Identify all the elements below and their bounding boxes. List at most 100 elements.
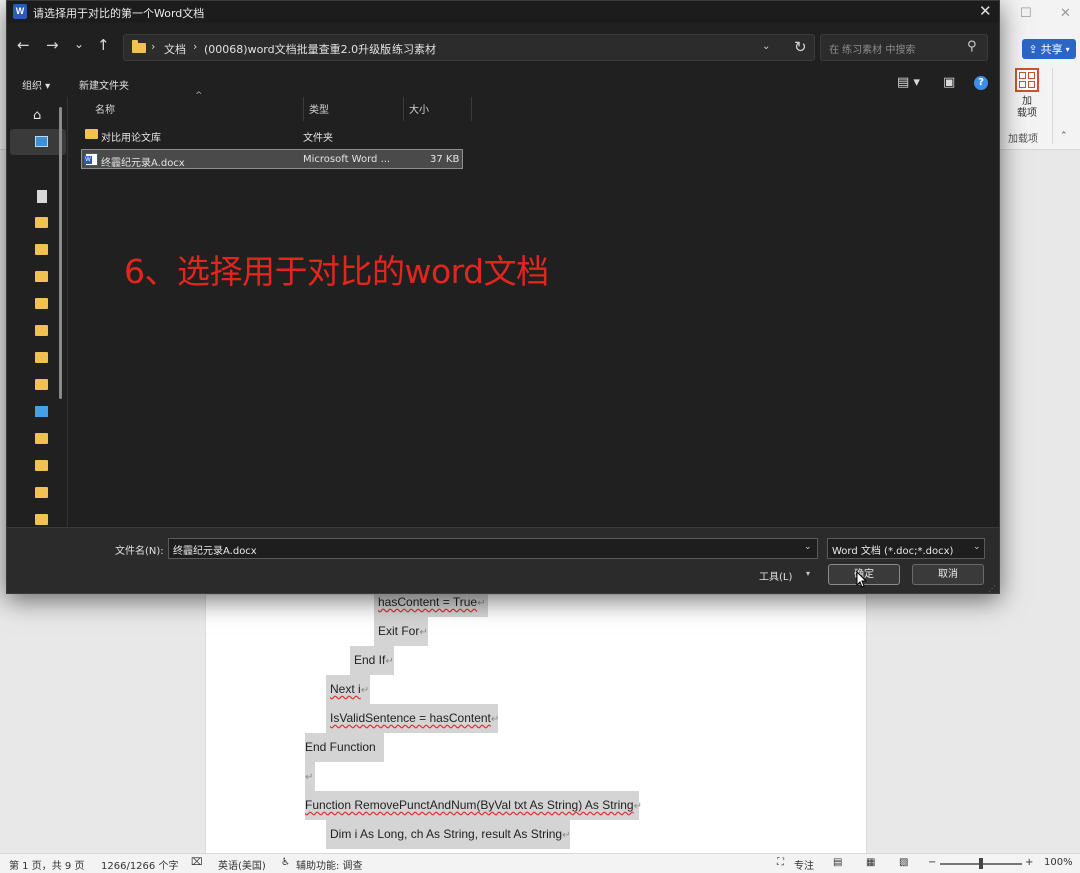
folder-icon[interactable] <box>35 352 48 363</box>
word-count[interactable]: 1266/1266 个字 <box>101 857 178 872</box>
chevron-down-icon[interactable]: ⌄ <box>973 542 981 552</box>
breadcrumb-practice[interactable]: 练习素材 <box>392 41 436 57</box>
focus-icon[interactable]: ⛶ <box>777 857 784 868</box>
ribbon-divider <box>1052 68 1053 144</box>
folder-icon[interactable] <box>35 298 48 309</box>
preview-pane-icon[interactable]: ▣ <box>943 75 955 90</box>
folder-icon[interactable] <box>35 244 48 255</box>
code-line: End Function <box>305 733 384 762</box>
column-divider[interactable] <box>403 97 404 121</box>
new-folder-button[interactable]: 新建文件夹 <box>79 77 129 92</box>
view-options-icon[interactable]: ▤ ▾ <box>897 75 920 90</box>
accessibility-icon: ♿ <box>281 857 290 868</box>
folder-icon[interactable] <box>35 460 48 471</box>
folder-icon[interactable] <box>35 433 48 444</box>
file-name: 终霾纪元录A.docx <box>101 158 185 169</box>
help-icon[interactable]: ? <box>974 76 988 90</box>
sort-up-icon: ^ <box>195 91 203 101</box>
collapse-ribbon-icon[interactable]: ⌃ <box>1060 131 1068 141</box>
zoom-level[interactable]: 100% <box>1044 857 1073 868</box>
proofing-icon[interactable]: ⌧ <box>191 857 203 868</box>
code-line: ↵ <box>305 762 315 791</box>
column-divider[interactable] <box>303 97 304 121</box>
addins-label: 加载项 <box>1017 96 1037 119</box>
share-icon: ⇪ <box>1028 42 1038 56</box>
filename-label: 文件名(N): <box>115 546 164 557</box>
mouse-cursor-icon <box>856 571 868 588</box>
folder-icon[interactable] <box>35 514 48 525</box>
folder-icon[interactable] <box>35 325 48 336</box>
breadcrumb-documents[interactable]: 文档 <box>164 41 186 57</box>
file-type: Microsoft Word ... <box>303 154 391 165</box>
maximize-icon[interactable]: ☐ <box>1020 6 1032 21</box>
folder-icon[interactable] <box>35 271 48 282</box>
list-item-selected[interactable]: 终霾纪元录A.docx Microsoft Word ... 37 KB <box>81 149 463 169</box>
chevron-down-icon[interactable]: ⌄ <box>804 542 812 552</box>
document-page[interactable]: hasContent = True↵ Exit For↵ End If↵ Nex… <box>205 588 867 855</box>
tutorial-annotation: 6、选择用于对比的word文档 <box>124 252 549 291</box>
dialog-titlebar: W 请选择用于对比的第一个Word文档 ✕ <box>7 1 999 23</box>
language[interactable]: 英语(美国) <box>218 857 266 872</box>
file-size: 37 KB <box>430 154 460 165</box>
organize-button[interactable]: 组织 ▾ <box>22 77 50 92</box>
column-size[interactable]: 大小 <box>409 101 429 116</box>
nav-scrollbar[interactable] <box>59 107 62 399</box>
chevron-down-icon[interactable]: ⌄ <box>762 41 770 52</box>
addins-group-label: 加载项 <box>1008 134 1038 145</box>
search-placeholder: 在 练习素材 中搜索 <box>829 45 916 56</box>
tools-button[interactable]: 工具(L) <box>759 568 792 583</box>
forward-icon[interactable]: → <box>46 36 59 54</box>
column-name[interactable]: 名称 <box>95 101 115 116</box>
resize-grip-icon[interactable]: ⋰ <box>988 584 996 593</box>
read-mode-icon[interactable]: ▤ <box>833 857 842 868</box>
search-input[interactable]: 在 练习素材 中搜索 ⚲ <box>820 34 988 61</box>
zoom-out-icon[interactable]: − <box>928 857 936 868</box>
filetype-select[interactable]: Word 文档 (*.doc;*.docx) <box>827 538 985 559</box>
up-folder-icon[interactable]: ↑ <box>97 36 110 54</box>
web-layout-icon[interactable]: ▧ <box>899 857 908 868</box>
filename-field[interactable]: 终霾纪元录A.docx <box>168 538 818 559</box>
share-button[interactable]: ⇪ 共享 ▾ <box>1022 39 1076 59</box>
open-file-dialog: W 请选择用于对比的第一个Word文档 ✕ ← → ⌄ ↑ › 文档 › (00… <box>6 0 1000 594</box>
chevron-down-icon[interactable]: ▾ <box>806 569 810 578</box>
code-line: Function RemovePunctAndNum(ByVal txt As … <box>305 791 642 820</box>
close-icon[interactable]: ✕ <box>979 2 992 20</box>
column-divider[interactable] <box>471 97 472 121</box>
dialog-footer: 文件名(N): 终霾纪元录A.docx ⌄ Word 文档 (*.doc;*.d… <box>7 527 999 593</box>
chevron-right-icon: › <box>193 40 198 53</box>
dialog-title: 请选择用于对比的第一个Word文档 <box>33 7 205 20</box>
code-line: End If↵ <box>350 646 394 675</box>
pictures-icon[interactable] <box>35 406 48 417</box>
search-icon: ⚲ <box>967 39 977 54</box>
folder-icon[interactable] <box>35 217 48 228</box>
column-type[interactable]: 类型 <box>309 101 329 116</box>
folder-icon[interactable] <box>35 379 48 390</box>
zoom-slider-thumb[interactable] <box>979 858 983 869</box>
status-bar: 第 1 页，共 9 页 1266/1266 个字 ⌧ 英语(美国) ♿ 辅助功能… <box>0 853 1080 873</box>
back-icon[interactable]: ← <box>17 36 30 54</box>
chevron-right-icon: › <box>380 40 385 53</box>
code-line: Dim i As Long, ch As String, result As S… <box>326 820 571 849</box>
gallery-icon[interactable] <box>35 136 48 147</box>
folder-icon <box>132 40 146 53</box>
focus-label[interactable]: 专注 <box>794 857 814 872</box>
word-document-icon <box>84 153 98 166</box>
list-item[interactable]: 对比用论文库 文件夹 <box>81 125 463 145</box>
recent-locations-icon[interactable]: ⌄ <box>74 37 84 51</box>
file-name: 对比用论文库 <box>101 133 161 144</box>
cancel-button[interactable]: 取消 <box>912 564 984 585</box>
page-count[interactable]: 第 1 页，共 9 页 <box>9 857 84 872</box>
zoom-in-icon[interactable]: + <box>1025 857 1033 868</box>
file-type: 文件夹 <box>303 133 333 144</box>
address-bar[interactable]: › 文档 › (00068)word文档批量查重2.0升级版 › 练习素材 ⌄ … <box>123 34 815 61</box>
close-icon[interactable]: ✕ <box>1060 6 1071 21</box>
command-bar: 组织 ▾ 新建文件夹 ▤ ▾ ▣ ? <box>7 69 999 97</box>
home-icon[interactable]: ⌂ <box>33 108 46 123</box>
document-icon[interactable] <box>37 190 47 203</box>
code-line: IsValidSentence = hasContent↵ <box>326 704 499 733</box>
print-layout-icon[interactable]: ▦ <box>866 857 875 868</box>
refresh-icon[interactable]: ↻ <box>794 38 807 56</box>
folder-icon[interactable] <box>35 487 48 498</box>
accessibility-status[interactable]: 辅助功能: 调查 <box>296 857 363 872</box>
breadcrumb-project[interactable]: (00068)word文档批量查重2.0升级版 <box>204 41 391 57</box>
